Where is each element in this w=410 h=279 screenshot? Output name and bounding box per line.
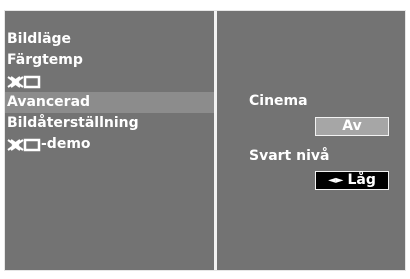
cinema-value: Av [342,118,362,134]
main-menu: Bildläge Färgtemp Avancerad Bildåterstäl… [5,29,214,155]
cinema-label: Cinema [249,93,308,109]
black-level-selector[interactable]: ◄► Låg [315,171,389,190]
menu-item-avancerad[interactable]: Avancerad [5,92,214,113]
cinema-value-box[interactable]: Av [315,117,389,136]
left-panel: Bildläge Färgtemp Avancerad Bildåterstäl… [5,11,214,270]
osd-menu: Bildläge Färgtemp Avancerad Bildåterstäl… [4,10,406,271]
menu-item-label: -demo [41,136,91,152]
settings-panel: Cinema Av Svart nivå ◄► Låg [217,11,405,270]
menu-item-label: Avancerad [7,94,91,110]
menu-item-bildaterstallning[interactable]: Bildåterställning [5,113,214,134]
menu-item-label: Bildläge [7,31,72,47]
menu-item-label: Färgtemp [7,52,83,68]
menu-item-label: Bildåterställning [7,115,139,131]
menu-item-fargtemp[interactable]: Färgtemp [5,50,214,71]
black-level-value: Låg [347,172,376,188]
menu-item-xd-demo[interactable]: -demo [5,134,214,155]
left-right-arrows-icon: ◄► [328,175,344,186]
xd-logo-icon [7,75,41,89]
menu-item-xd[interactable] [5,71,214,92]
black-level-label: Svart nivå [249,148,330,164]
menu-item-bildlage[interactable]: Bildläge [5,29,214,50]
xd-logo-icon [7,138,41,152]
